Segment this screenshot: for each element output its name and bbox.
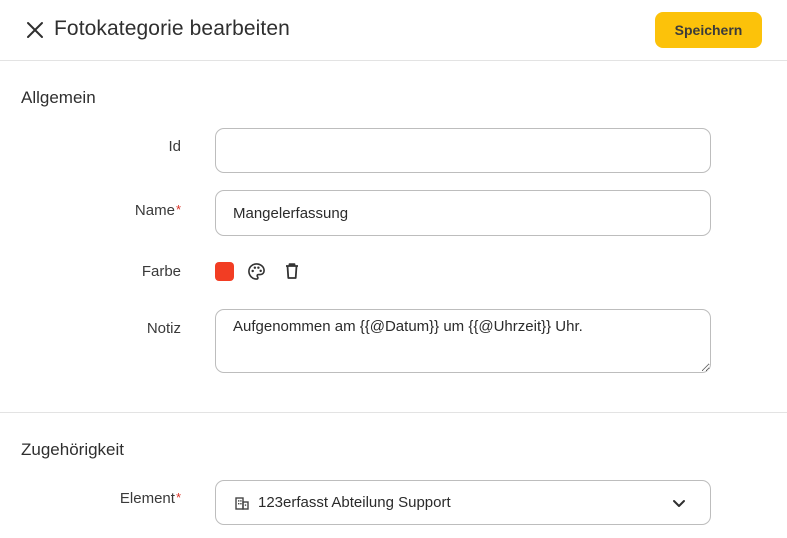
section-title-membership: Zugehörigkeit xyxy=(21,440,125,459)
id-label: Id xyxy=(0,138,181,155)
color-swatch[interactable] xyxy=(215,262,234,281)
color-label-text: Farbe xyxy=(141,263,181,280)
id-label-text: Id xyxy=(168,138,181,155)
note-label: Notiz xyxy=(0,320,181,337)
required-marker: * xyxy=(175,202,181,217)
id-field[interactable] xyxy=(215,128,711,173)
page-title: Fotokategorie bearbeiten xyxy=(54,17,290,40)
element-label-text: Element xyxy=(119,490,175,507)
header-bar: Fotokategorie bearbeiten Speichern xyxy=(0,0,787,61)
name-field[interactable] xyxy=(215,190,711,236)
element-select[interactable]: 123erfasst Abteilung Support xyxy=(215,480,711,525)
section-title-general: Allgemein xyxy=(21,88,96,107)
close-icon[interactable] xyxy=(24,19,46,41)
chevron-down-icon[interactable] xyxy=(670,494,688,512)
building-icon xyxy=(235,496,249,510)
note-textarea[interactable] xyxy=(215,309,711,373)
color-label: Farbe xyxy=(0,263,181,280)
save-button[interactable]: Speichern xyxy=(655,12,762,48)
element-label: Element* xyxy=(0,490,181,507)
name-label-text: Name xyxy=(134,202,175,219)
required-marker: * xyxy=(175,490,181,505)
trash-icon[interactable] xyxy=(281,260,303,282)
section-divider xyxy=(0,412,787,413)
note-label-text: Notiz xyxy=(146,320,181,337)
element-select-value: 123erfasst Abteilung Support xyxy=(258,494,451,511)
palette-icon[interactable] xyxy=(245,260,267,282)
name-label: Name* xyxy=(0,202,181,219)
